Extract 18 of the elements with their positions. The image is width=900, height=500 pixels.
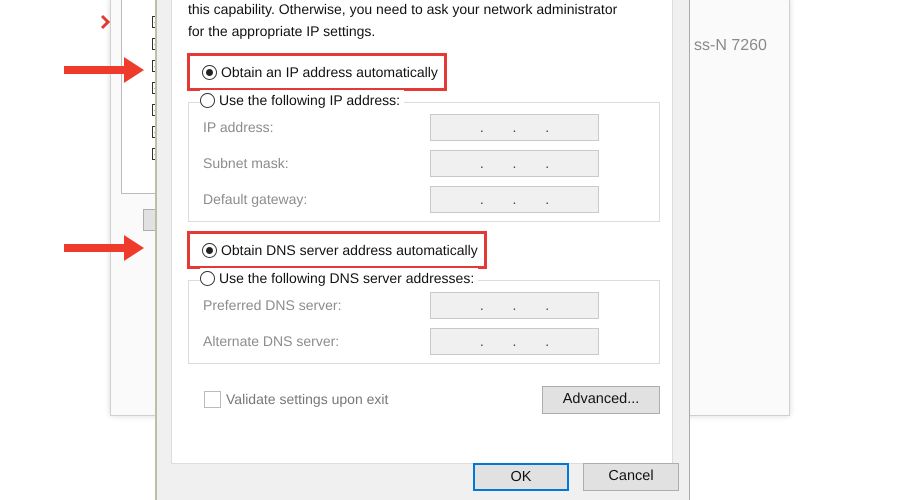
dialog-button[interactable]: OK	[473, 463, 569, 491]
radio-option[interactable]: Obtain an IP address automatically	[202, 62, 438, 82]
checkbox-label: Validate settings upon exit	[226, 390, 388, 410]
description-text: this capability. Otherwise, you need to ask your network administrator	[188, 0, 618, 19]
adapter-name: ss-N 7260	[694, 36, 767, 56]
radio-option[interactable]: Use the following DNS server addresses:	[200, 268, 478, 288]
arrow-icon	[64, 235, 144, 261]
radio-option[interactable]: Use the following IP address:	[200, 90, 404, 110]
description-text: for the appropriate IP settings.	[188, 22, 376, 41]
arrow-icon	[64, 57, 144, 83]
field-label: Default gateway:	[203, 190, 308, 209]
radio-option[interactable]: Obtain DNS server address automatically	[202, 240, 478, 260]
field-label: IP address:	[203, 118, 274, 136]
advanced-button[interactable]: Advanced...	[542, 386, 660, 414]
field-label: Subnet mask:	[203, 154, 289, 172]
dialog-button[interactable]: Cancel	[583, 463, 679, 491]
field-label: Alternate DNS server:	[203, 332, 340, 350]
field-label: Preferred DNS server:	[203, 296, 342, 314]
